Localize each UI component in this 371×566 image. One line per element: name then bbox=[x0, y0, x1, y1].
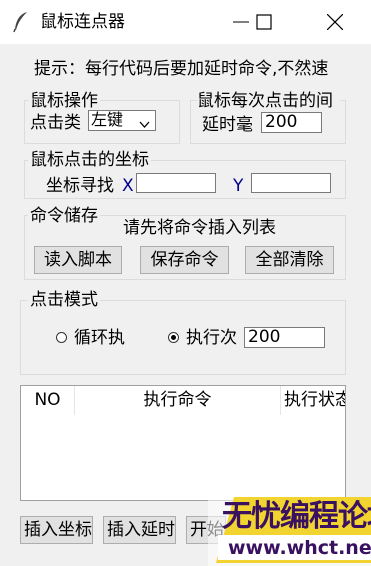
click-type-label: 点击类 bbox=[30, 113, 81, 133]
loop-label: 循环执 bbox=[74, 328, 125, 348]
delay-input[interactable]: 200 bbox=[261, 112, 322, 133]
x-input[interactable] bbox=[136, 173, 216, 193]
y-input[interactable] bbox=[251, 173, 331, 193]
chevron-down-icon bbox=[139, 115, 150, 130]
window-title: 鼠标连点器 bbox=[40, 12, 125, 32]
insert-coord-button[interactable]: 插入坐标 bbox=[20, 516, 93, 544]
hint-text: 提示：每行代码后要加延时命令,不然速 bbox=[34, 59, 329, 79]
loop-radio[interactable] bbox=[56, 332, 67, 343]
store-hint: 请先将命令插入列表 bbox=[123, 218, 276, 238]
column-header-no[interactable]: NO bbox=[21, 386, 75, 415]
close-button[interactable] bbox=[312, 0, 358, 44]
coords-title: 鼠标点击的坐标 bbox=[28, 149, 151, 171]
click-mode-title: 点击模式 bbox=[28, 289, 100, 311]
app-window: 鼠标连点器 提示：每行代码后要加延时命令,不然速 鼠标操作 点击类 左键 鼠标每… bbox=[0, 0, 371, 566]
save-command-button[interactable]: 保存命令 bbox=[140, 246, 229, 274]
clear-all-button[interactable]: 全部清除 bbox=[245, 246, 334, 274]
column-header-status[interactable]: 执行状态 bbox=[281, 386, 345, 415]
times-radio[interactable] bbox=[168, 332, 179, 343]
times-input[interactable]: 200 bbox=[244, 327, 325, 348]
column-header-command[interactable]: 执行命令 bbox=[75, 386, 281, 415]
watermark-text: 无忧编程论坛 bbox=[222, 499, 371, 534]
maximize-button[interactable] bbox=[241, 0, 287, 44]
mouse-op-title: 鼠标操作 bbox=[28, 90, 100, 112]
store-title: 命令储存 bbox=[28, 205, 100, 227]
coords-find-label: 坐标寻找 bbox=[46, 176, 114, 196]
close-icon bbox=[327, 14, 343, 30]
click-type-value: 左键 bbox=[91, 110, 124, 129]
click-type-select[interactable]: 左键 bbox=[88, 110, 156, 131]
feather-icon bbox=[12, 11, 30, 33]
x-label: X bbox=[122, 176, 134, 196]
interval-title: 鼠标每次点击的间 bbox=[197, 90, 340, 112]
title-bar[interactable]: 鼠标连点器 bbox=[0, 0, 371, 44]
times-label: 执行次 bbox=[186, 328, 237, 348]
watermark-url: www.whct.net bbox=[228, 537, 371, 559]
load-script-button[interactable]: 读入脚本 bbox=[34, 246, 122, 274]
insert-delay-button[interactable]: 插入延时 bbox=[103, 516, 176, 544]
y-label: Y bbox=[233, 176, 244, 196]
delay-label: 延时毫 bbox=[202, 115, 253, 135]
command-table[interactable]: NO 执行命令 执行状态 bbox=[20, 385, 346, 501]
maximize-icon bbox=[256, 14, 272, 30]
watermark: 无忧编程论坛 www.whct.net bbox=[208, 497, 371, 566]
